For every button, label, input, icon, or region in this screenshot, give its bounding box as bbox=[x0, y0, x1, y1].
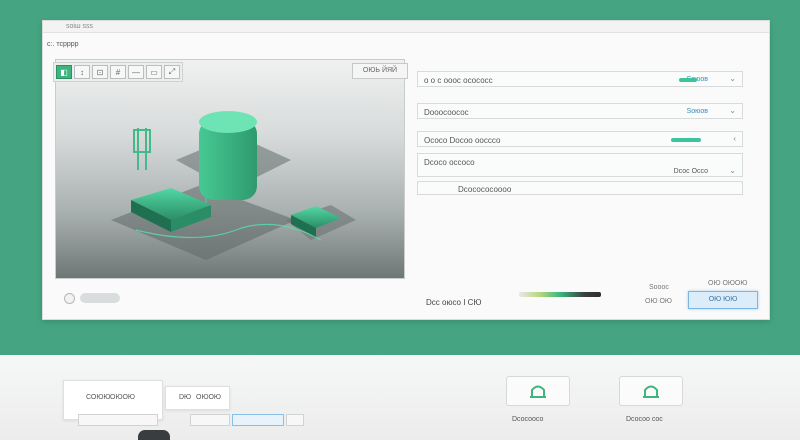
lower-chip-4[interactable] bbox=[286, 414, 304, 426]
field-accent-bar bbox=[679, 78, 697, 82]
render-viewport[interactable] bbox=[55, 59, 405, 279]
expand-icon[interactable]: ⤢ bbox=[164, 65, 180, 79]
field-label: о о с ооос осососс bbox=[424, 76, 493, 85]
window-title: ѕоіш ѕѕѕ bbox=[66, 23, 94, 30]
icon-card-b[interactable] bbox=[619, 376, 683, 406]
field-value: Ѕоюов bbox=[686, 108, 708, 115]
card-a-sub: ОЮОЮ bbox=[110, 394, 135, 401]
progress-gradient-bar bbox=[519, 292, 601, 297]
card-a-label: СОЮЮ bbox=[86, 394, 111, 401]
server-illustration bbox=[111, 111, 356, 260]
field-row-2[interactable]: Dооосоосос Ѕоюов ⌄ bbox=[417, 103, 743, 119]
field-label: Dооосоосос bbox=[424, 108, 469, 117]
field-label: Ососо Dосоо оосссо bbox=[424, 136, 501, 145]
pin-icon[interactable]: ↕ bbox=[74, 65, 90, 79]
chevron-down-icon[interactable]: ⌄ bbox=[729, 106, 736, 115]
image-icon[interactable]: ▭ bbox=[146, 65, 162, 79]
lower-chip-1[interactable] bbox=[78, 414, 158, 426]
viewport-toolbar: ◧ ↕ ⊡ # — ▭ ⤢ bbox=[53, 62, 183, 82]
main-window: ѕоіш ѕѕѕ c:. тсрррр ◧ ↕ ⊡ # — ▭ ⤢ ОЮЬ ЙЯ… bbox=[42, 20, 770, 320]
card-b-label: DЮ bbox=[179, 394, 192, 401]
status-upper-label: ОЮ ОЮОЮ bbox=[708, 280, 748, 287]
dash-icon[interactable]: — bbox=[128, 65, 144, 79]
title-bar: ѕоіш ѕѕѕ bbox=[43, 21, 769, 33]
status-top-label: Ѕооос bbox=[649, 284, 669, 291]
chevron-down-icon[interactable]: ⌄ bbox=[729, 74, 736, 83]
viewport-options-button[interactable]: ОЮЬ ЙЯЙ bbox=[352, 63, 408, 79]
frame-icon[interactable]: ⊡ bbox=[92, 65, 108, 79]
icon-caption-b: Dсосоо сос bbox=[626, 416, 663, 423]
chevron-down-icon[interactable]: ⌄ bbox=[729, 166, 736, 175]
lower-chip-2[interactable] bbox=[190, 414, 230, 426]
status-middle-label: ОЮ ОЮ bbox=[645, 298, 672, 305]
chip-icon bbox=[530, 385, 546, 398]
field-label: Dсосо оссосо bbox=[424, 158, 475, 167]
device-knob bbox=[138, 430, 170, 440]
select-icon[interactable]: ◧ bbox=[56, 65, 72, 79]
icon-caption-a: Dсосоосо bbox=[512, 416, 544, 423]
field-value: Dсос Оссо bbox=[673, 168, 708, 175]
menu-bar: c:. тсрррр bbox=[43, 33, 769, 55]
card-b-sub: ОЮОЮ bbox=[196, 394, 221, 401]
icon-card-a[interactable] bbox=[506, 376, 570, 406]
lower-chip-3[interactable] bbox=[232, 414, 284, 426]
chevron-left-icon[interactable]: ‹ bbox=[733, 134, 736, 143]
chip-icon bbox=[643, 385, 659, 398]
settings-card-b[interactable]: DЮ ОЮОЮ bbox=[165, 386, 230, 410]
menu-label[interactable]: c:. тсрррр bbox=[47, 41, 79, 48]
search-placeholder: Dсосососоооо bbox=[458, 185, 512, 194]
field-row-4[interactable]: Dсосо оссосо Dсос Оссо ⌄ bbox=[417, 153, 743, 177]
status-text: Dсс оюсо I СЮ bbox=[426, 298, 482, 307]
small-toggle-pill[interactable] bbox=[80, 293, 120, 303]
radio-toggle[interactable] bbox=[64, 293, 75, 304]
search-input[interactable]: Dсосососоооо bbox=[417, 181, 743, 195]
hash-icon[interactable]: # bbox=[110, 65, 126, 79]
field-accent-bar bbox=[671, 138, 701, 142]
primary-action-button[interactable]: ОЮ ЮЮ bbox=[688, 291, 758, 309]
